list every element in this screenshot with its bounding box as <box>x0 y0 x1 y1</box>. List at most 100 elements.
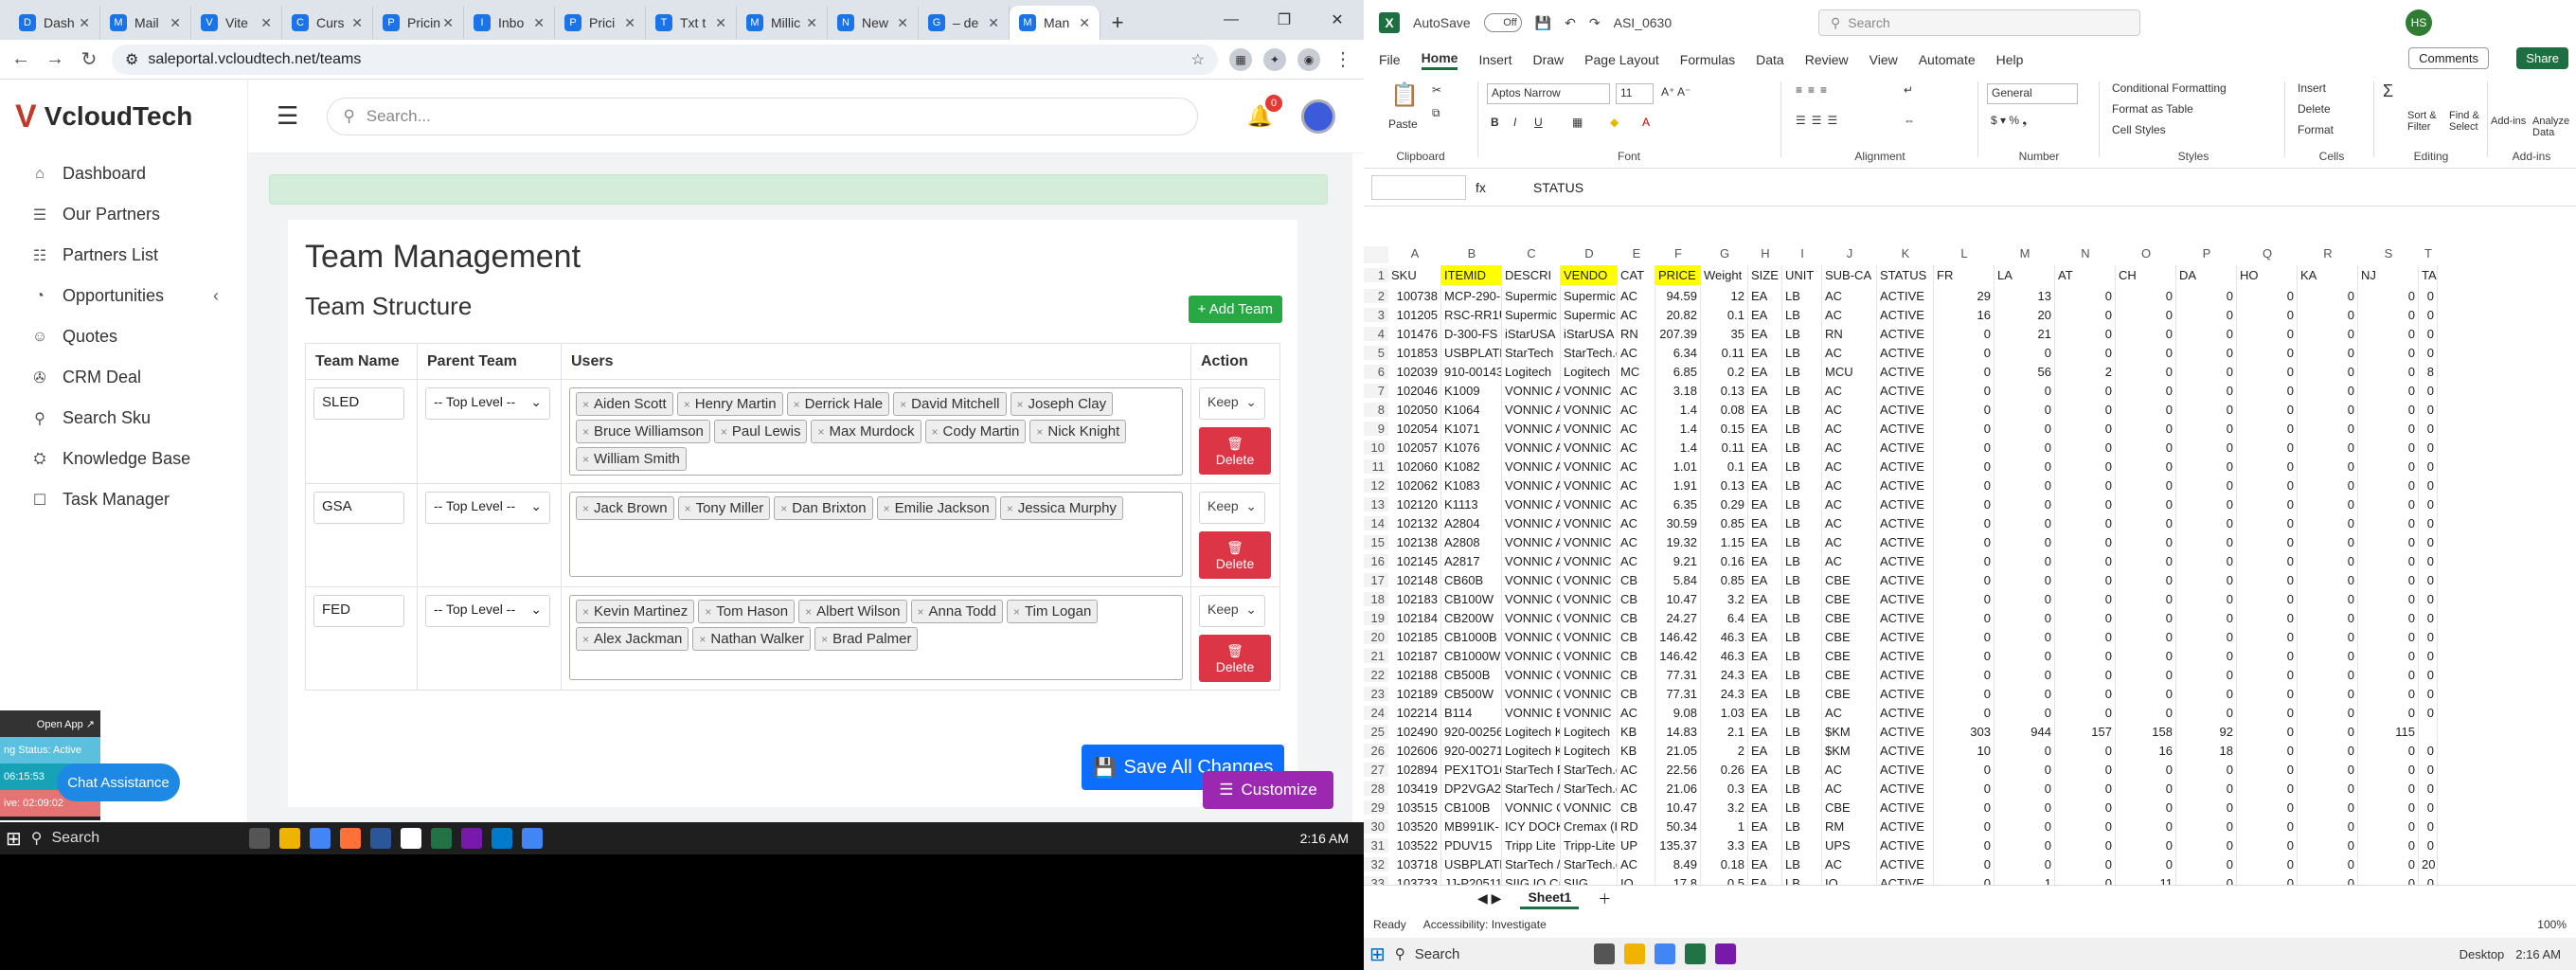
browser-tab[interactable]: G – de ✕ <box>919 6 1010 40</box>
file-explorer-icon[interactable] <box>1623 943 1645 964</box>
data-cell[interactable]: 6.35 <box>1655 494 1701 514</box>
data-cell[interactable]: 21 <box>1995 324 2055 344</box>
data-cell[interactable]: 20 <box>1995 305 2055 325</box>
data-cell[interactable]: 0 <box>2176 835 2237 855</box>
remove-user-icon[interactable]: × <box>805 605 812 619</box>
data-cell[interactable]: 135.37 <box>1655 835 1701 855</box>
data-cell[interactable]: 5.84 <box>1655 570 1701 590</box>
user-avatar[interactable] <box>1301 99 1335 134</box>
data-cell[interactable]: LB <box>1782 722 1822 742</box>
data-cell[interactable]: 0 <box>1995 494 2055 514</box>
data-cell[interactable]: 0 <box>2298 703 2358 723</box>
data-cell[interactable]: 0 <box>2237 324 2298 344</box>
row-number[interactable]: 26 <box>1364 744 1388 758</box>
data-cell[interactable]: 0 <box>2116 476 2176 495</box>
data-cell[interactable]: 0 <box>2298 305 2358 325</box>
data-cell[interactable]: VONNIC <box>1561 381 1618 401</box>
data-cell[interactable]: 0 <box>2298 798 2358 817</box>
data-cell[interactable]: ACTIVE <box>1877 476 1934 495</box>
header-cell[interactable]: NJ <box>2358 265 2419 285</box>
row-number[interactable]: 5 <box>1364 346 1388 360</box>
data-cell[interactable]: 0 <box>2055 513 2116 533</box>
column-letter[interactable]: M <box>1995 246 2055 263</box>
delete-team-button[interactable]: 🗑 Delete <box>1199 635 1271 682</box>
browser-tab[interactable]: M Millic ✕ <box>737 6 828 40</box>
delete-cells-button[interactable]: Delete <box>2298 102 2331 116</box>
data-cell[interactable] <box>2419 722 2438 742</box>
data-cell[interactable]: LB <box>1782 760 1822 780</box>
data-cell[interactable]: 14.83 <box>1655 722 1701 742</box>
data-cell[interactable]: 0 <box>2176 665 2237 685</box>
data-cell[interactable]: 0.1 <box>1701 457 1748 476</box>
browser-tab[interactable]: P Pricin ✕ <box>373 6 464 40</box>
data-cell[interactable]: StarTech / <box>1502 779 1561 799</box>
data-cell[interactable]: EA <box>1748 343 1782 363</box>
url-input[interactable]: ⚙ saleportal.vcloudtech.net/teams ☆ <box>112 44 1218 75</box>
user-initials-avatar[interactable]: HS <box>2406 9 2432 36</box>
data-cell[interactable]: CB <box>1618 684 1655 704</box>
row-number[interactable]: 19 <box>1364 611 1388 625</box>
data-cell[interactable]: 0 <box>2116 513 2176 533</box>
data-cell[interactable]: 115 <box>2358 722 2419 742</box>
user-chip[interactable]: × Joseph Clay <box>1010 392 1114 416</box>
data-cell[interactable]: 0 <box>2176 286 2237 306</box>
data-cell[interactable]: 21.06 <box>1655 779 1701 799</box>
data-cell[interactable]: AC <box>1822 854 1877 874</box>
data-cell[interactable]: 102187 <box>1388 646 1441 666</box>
data-cell[interactable]: LB <box>1782 286 1822 306</box>
taskbar-search[interactable]: ⚲ Search <box>1395 945 1584 963</box>
data-cell[interactable]: StarTech.c <box>1561 343 1618 363</box>
data-cell[interactable]: VONNIC <box>1561 665 1618 685</box>
data-cell[interactable]: ACTIVE <box>1877 627 1934 647</box>
tab-close-icon[interactable]: ✕ <box>1079 15 1090 31</box>
data-cell[interactable]: 0 <box>2116 570 2176 590</box>
data-cell[interactable]: 0 <box>1934 760 1995 780</box>
data-cell[interactable]: 102060 <box>1388 457 1441 476</box>
tab-close-icon[interactable]: ✕ <box>442 15 454 31</box>
row-number[interactable]: 16 <box>1364 554 1388 568</box>
data-cell[interactable]: 0 <box>2237 286 2298 306</box>
notification-bell-icon[interactable]: 🔔 0 <box>1247 94 1282 129</box>
data-cell[interactable]: StarTech.c <box>1561 779 1618 799</box>
font-size-select[interactable]: 11 <box>1616 83 1654 104</box>
addins-button[interactable]: Add-ins <box>2491 116 2526 127</box>
data-cell[interactable]: K1064 <box>1441 400 1502 420</box>
data-cell[interactable]: AC <box>1822 476 1877 495</box>
data-cell[interactable]: 102148 <box>1388 570 1441 590</box>
data-cell[interactable]: 0 <box>2237 703 2298 723</box>
data-cell[interactable]: 0 <box>1934 513 1995 533</box>
data-cell[interactable]: EA <box>1748 438 1782 458</box>
file-explorer-icon[interactable] <box>278 828 300 849</box>
ribbon-tab-draw[interactable]: Draw <box>1532 52 1564 67</box>
ribbon-tab-page layout[interactable]: Page Layout <box>1584 52 1659 67</box>
users-multiselect[interactable]: × Kevin Martinez × Tom Hason × Albert Wilson ×… <box>569 595 1183 680</box>
data-cell[interactable]: 0.26 <box>1701 760 1748 780</box>
remove-user-icon[interactable]: × <box>582 398 589 411</box>
data-cell[interactable]: ACTIVE <box>1877 798 1934 817</box>
data-cell[interactable]: 0 <box>2176 343 2237 363</box>
data-cell[interactable]: 21.05 <box>1655 741 1701 761</box>
data-cell[interactable]: ACTIVE <box>1877 741 1934 761</box>
data-cell[interactable]: 0 <box>2176 760 2237 780</box>
data-cell[interactable]: 0 <box>2419 779 2438 799</box>
team-name-input[interactable]: FED <box>313 595 404 627</box>
data-cell[interactable]: 50.34 <box>1655 817 1701 836</box>
data-cell[interactable]: VONNIC C <box>1502 589 1561 609</box>
data-cell[interactable]: 2.1 <box>1701 722 1748 742</box>
action-select[interactable]: Keep ⌄ <box>1199 595 1265 627</box>
data-cell[interactable]: 1.4 <box>1655 438 1701 458</box>
data-cell[interactable]: 3.18 <box>1655 381 1701 401</box>
header-cell[interactable]: CH <box>2116 265 2176 285</box>
data-cell[interactable]: 0 <box>2358 684 2419 704</box>
data-cell[interactable]: 0 <box>2419 494 2438 514</box>
header-cell[interactable]: SKU <box>1388 265 1441 285</box>
data-cell[interactable]: VONNIC <box>1561 570 1618 590</box>
data-cell[interactable]: 30.59 <box>1655 513 1701 533</box>
data-cell[interactable]: AC <box>1822 532 1877 552</box>
data-cell[interactable]: EA <box>1748 646 1782 666</box>
column-letter[interactable]: R <box>2298 246 2358 263</box>
data-cell[interactable]: 0 <box>2237 722 2298 742</box>
data-cell[interactable]: 102050 <box>1388 400 1441 420</box>
data-cell[interactable]: 102188 <box>1388 665 1441 685</box>
browser-tab[interactable]: M Man ✕ <box>1010 6 1100 40</box>
